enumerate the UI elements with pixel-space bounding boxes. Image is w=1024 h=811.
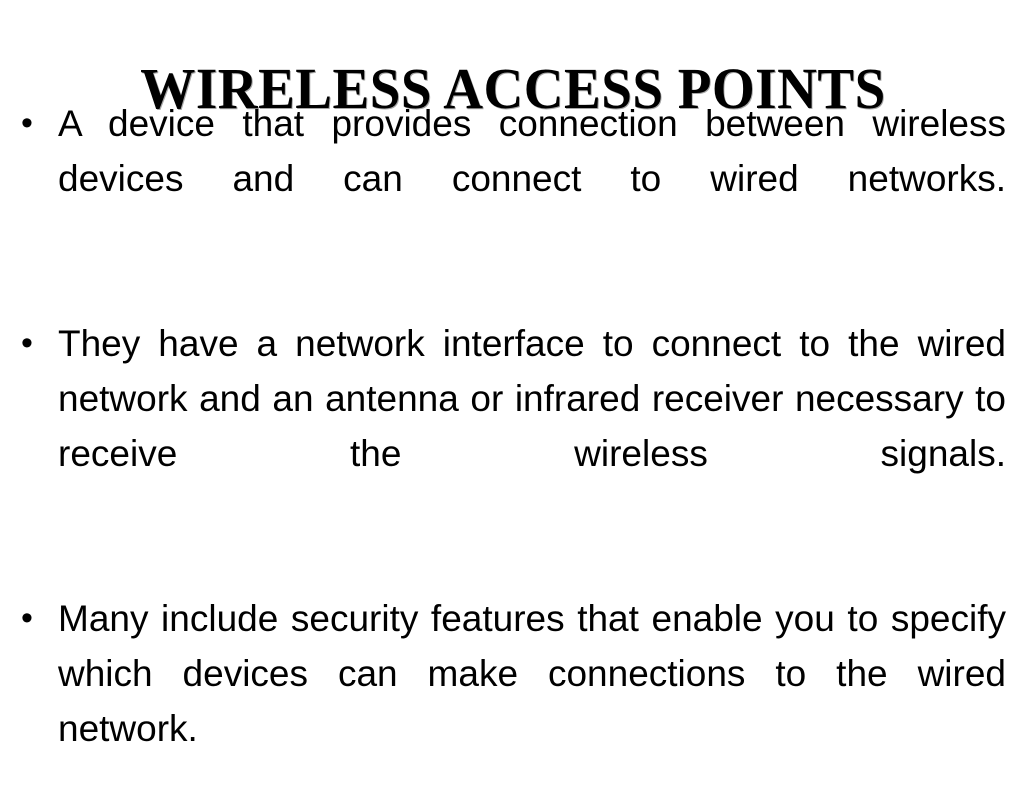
list-item-text: Many include security features that enab… [58, 598, 1006, 749]
bullet-point-icon: • [21, 324, 33, 362]
list-item: • They have a network interface to conne… [18, 316, 1006, 536]
list-item-text: A device that provides connection betwee… [58, 103, 1006, 199]
bullet-point-icon: • [21, 104, 33, 142]
list-item: • A device that provides connection betw… [18, 96, 1006, 261]
bullet-point-icon: • [21, 599, 33, 637]
list-item: • Many include security features that en… [18, 591, 1006, 811]
bullet-list: • A device that provides connection betw… [18, 96, 1006, 811]
list-item-text: They have a network interface to connect… [58, 323, 1006, 474]
presentation-slide: WIRELESS ACCESS POINTS • A device that p… [0, 0, 1024, 768]
